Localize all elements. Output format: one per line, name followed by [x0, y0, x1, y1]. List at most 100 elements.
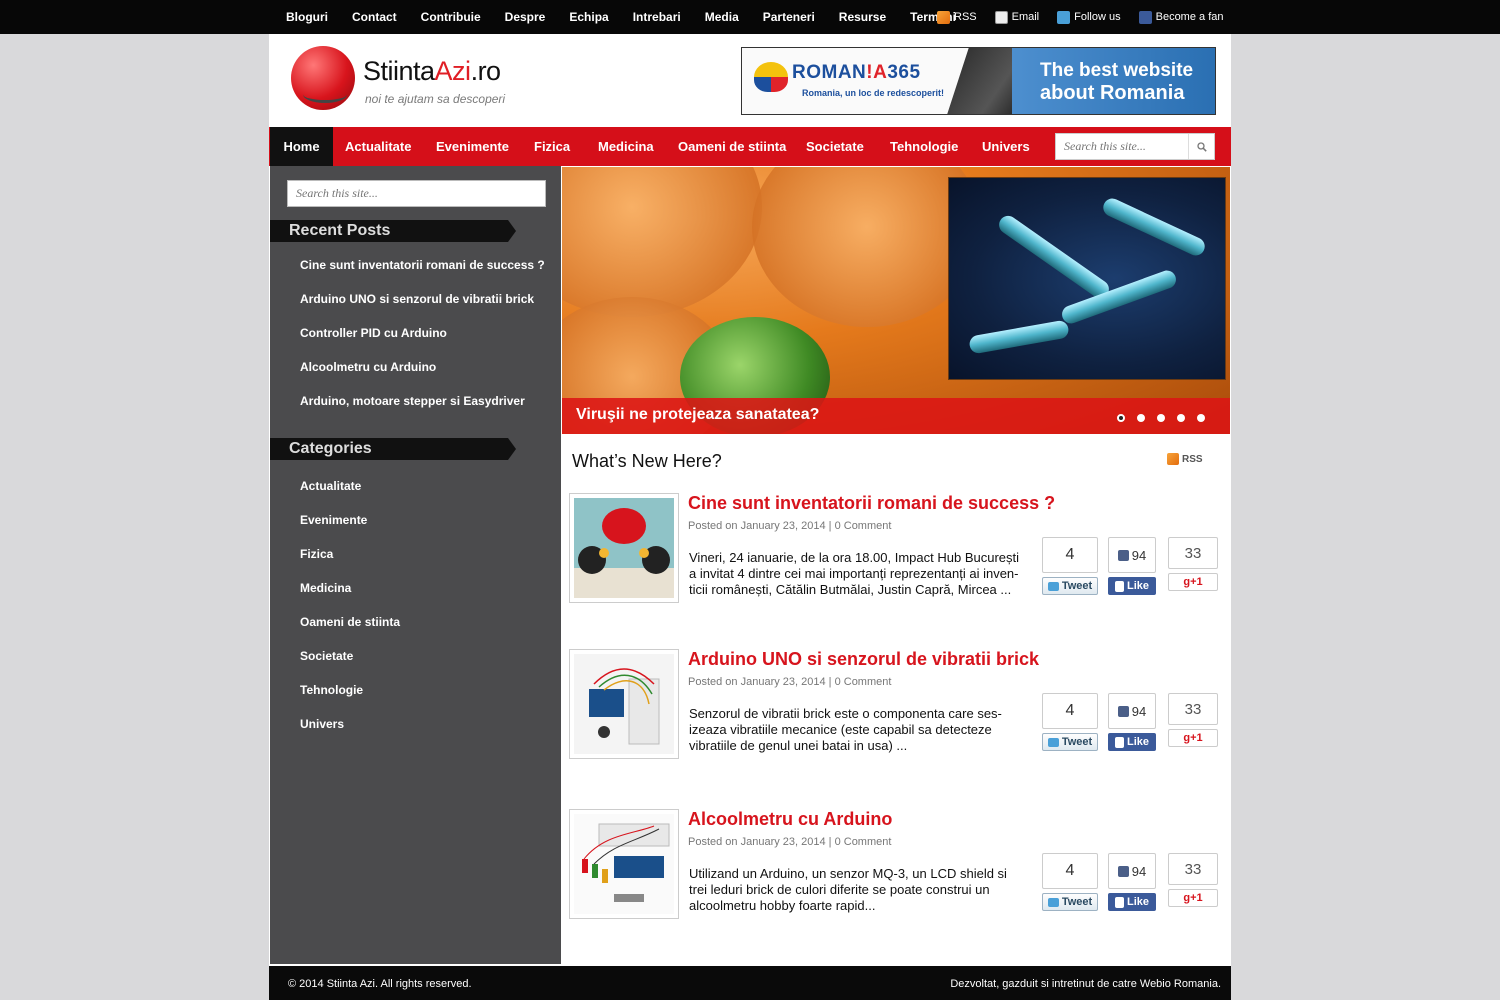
top-menu-resurse[interactable]: Resurse [839, 10, 886, 24]
content-rss-label: RSS [1182, 453, 1203, 465]
post-thumbnail[interactable] [569, 809, 679, 919]
facebook-link[interactable]: Become a fan [1138, 10, 1223, 24]
inventors-thumbnail-image [574, 498, 674, 598]
nav-item-univers[interactable]: Univers [982, 127, 1030, 166]
facebook-share: 94 Like [1108, 537, 1156, 595]
bacteria-photo [948, 177, 1226, 380]
post-title[interactable]: Cine sunt inventatorii romani de success… [688, 493, 1055, 514]
post-title[interactable]: Alcoolmetru cu Arduino [688, 809, 892, 830]
sidebar-search-input[interactable] [288, 181, 545, 206]
logo-globe-icon [291, 46, 355, 110]
category-link[interactable]: Actualitate [300, 479, 361, 493]
top-menu-echipa[interactable]: Echipa [569, 10, 608, 24]
recent-post-link[interactable]: Arduino, motoare stepper si Easydriver [300, 394, 525, 408]
post-thumbnail[interactable] [569, 493, 679, 603]
rss-icon [1167, 453, 1179, 465]
recent-post-link[interactable]: Alcoolmetru cu Arduino [300, 360, 436, 374]
top-menu-parteneri[interactable]: Parteneri [763, 10, 815, 24]
nav-item-evenimente[interactable]: Evenimente [436, 127, 509, 166]
post-thumbnail[interactable] [569, 649, 679, 759]
nav-item-tehnologie[interactable]: Tehnologie [890, 127, 958, 166]
slider-dot-2[interactable] [1137, 414, 1145, 422]
twitter-label: Follow us [1074, 11, 1121, 23]
banner-line1: The best website [1040, 60, 1194, 81]
top-menu-contact[interactable]: Contact [352, 10, 397, 24]
post-meta: Posted on January 23, 2014 | 0 Comment [688, 676, 892, 688]
heart-logo-icon [754, 62, 788, 92]
nav-search-input[interactable] [1056, 134, 1188, 159]
post-item: Arduino UNO si senzorul de vibratii bric… [569, 649, 1224, 764]
bacteria-shape [1100, 195, 1208, 259]
like-button[interactable]: Like [1108, 577, 1156, 595]
googleplus-share: 33 g +1 [1168, 537, 1218, 591]
bacteria-shape [968, 319, 1070, 355]
category-link[interactable]: Fizica [300, 547, 333, 561]
tweet-share: 4 Tweet [1042, 693, 1098, 751]
like-count: 94 [1108, 693, 1156, 729]
thumbs-up-icon [1117, 549, 1129, 561]
recent-post-link[interactable]: Controller PID cu Arduino [300, 326, 447, 340]
twitter-link[interactable]: Follow us [1057, 10, 1121, 24]
top-menu-intrebari[interactable]: Intrebari [633, 10, 681, 24]
social-links: RSS Email Follow us Become a fan [937, 0, 1241, 34]
email-link[interactable]: Email [994, 10, 1040, 24]
category-link[interactable]: Societate [300, 649, 353, 663]
post-meta: Posted on January 23, 2014 | 0 Comment [688, 520, 892, 532]
tweet-share: 4 Tweet [1042, 537, 1098, 595]
top-menu-contribuie[interactable]: Contribuie [421, 10, 481, 24]
footer-copyright: © 2014 Stiinta Azi. All rights reserved. [288, 978, 472, 990]
top-menu-despre[interactable]: Despre [505, 10, 546, 24]
plus-count: 33 [1168, 853, 1218, 885]
site-footer: © 2014 Stiinta Azi. All rights reserved.… [269, 966, 1231, 1000]
twitter-bird-icon [1047, 581, 1059, 591]
category-link[interactable]: Evenimente [300, 513, 367, 527]
plusone-button[interactable]: g +1 [1168, 573, 1218, 591]
slider-dot-5[interactable] [1197, 414, 1205, 422]
nav-item-medicina[interactable]: Medicina [598, 127, 654, 166]
romania365-banner[interactable]: ROMAN!A365 Romania, un loc de redescoper… [741, 47, 1216, 115]
rss-link[interactable]: RSS [937, 10, 977, 24]
tweet-button[interactable]: Tweet [1042, 733, 1098, 751]
tweet-button[interactable]: Tweet [1042, 893, 1098, 911]
category-link[interactable]: Univers [300, 717, 344, 731]
like-button[interactable]: Like [1108, 733, 1156, 751]
nav-item-societate[interactable]: Societate [806, 127, 864, 166]
like-button[interactable]: Like [1108, 893, 1156, 911]
category-link[interactable]: Medicina [300, 581, 351, 595]
category-link[interactable]: Tehnologie [300, 683, 363, 697]
email-label: Email [1011, 11, 1040, 23]
like-count: 94 [1108, 537, 1156, 573]
footer-credits: Dezvoltat, gazduit si intretinut de catr… [950, 978, 1221, 990]
bacteria-shape [995, 212, 1113, 302]
post-title[interactable]: Arduino UNO si senzorul de vibratii bric… [688, 649, 1039, 670]
tweet-button[interactable]: Tweet [1042, 577, 1098, 595]
plusone-button[interactable]: g +1 [1168, 729, 1218, 747]
tweet-count: 4 [1042, 537, 1098, 573]
slider-dot-3[interactable] [1157, 414, 1165, 422]
top-menu: Bloguri Contact Contribuie Despre Echipa… [286, 0, 980, 34]
nav-item-actualitate[interactable]: Actualitate [345, 127, 411, 166]
nav-item-oameni-de-stiinta[interactable]: Oameni de stiinta [678, 127, 786, 166]
top-menu-bloguri[interactable]: Bloguri [286, 10, 328, 24]
featured-slider[interactable]: Viruşii ne protejeaza sanatatea? [562, 167, 1230, 434]
thumbs-up-icon [1117, 865, 1129, 877]
recent-post-link[interactable]: Arduino UNO si senzorul de vibratii bric… [300, 292, 534, 306]
nav-item-home[interactable]: Home [270, 127, 333, 166]
content-rss-link[interactable]: RSS [1167, 453, 1203, 465]
slider-dot-1[interactable] [1117, 414, 1125, 422]
slider-dot-4[interactable] [1177, 414, 1185, 422]
category-link[interactable]: Oameni de stiinta [300, 615, 400, 629]
top-bar: Bloguri Contact Contribuie Despre Echipa… [0, 0, 1500, 34]
recent-post-link[interactable]: Cine sunt inventatorii romani de success… [300, 258, 545, 272]
tweet-share: 4 Tweet [1042, 853, 1098, 911]
nav-search-button[interactable] [1188, 134, 1214, 159]
nav-item-fizica[interactable]: Fizica [534, 127, 570, 166]
alcoolmetru-thumbnail-image [574, 814, 674, 914]
slider-caption[interactable]: Viruşii ne protejeaza sanatatea? [576, 406, 819, 424]
facebook-f-icon [1114, 736, 1124, 748]
plusone-button[interactable]: g +1 [1168, 889, 1218, 907]
site-logo[interactable]: StiintaAzi.ro noi te ajutam sa descoperi [291, 46, 521, 112]
top-menu-media[interactable]: Media [705, 10, 739, 24]
post-item: Alcoolmetru cu Arduino Posted on January… [569, 809, 1224, 924]
banner-brand: ROMAN!A365 [792, 62, 921, 83]
